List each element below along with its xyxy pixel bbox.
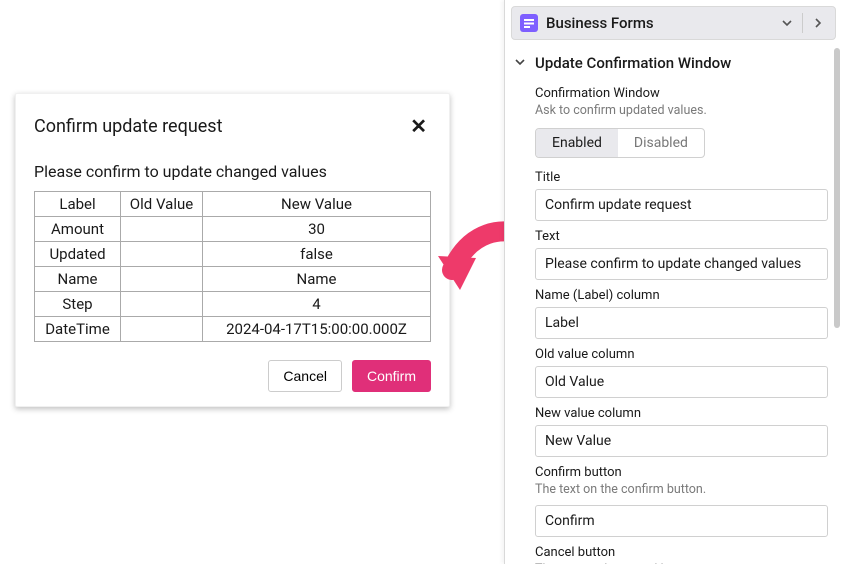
confirm-btn-help: The text on the confirm button. [535,482,828,497]
confirm-btn-input[interactable] [535,505,828,537]
section-toggle[interactable]: Update Confirmation Window [505,46,842,78]
table-row: Amount 30 [35,217,431,242]
old-col-input[interactable] [535,366,828,398]
modal-title: Confirm update request [34,116,222,137]
table-row: Step 4 [35,292,431,317]
forms-plugin-icon [520,14,538,32]
table-row: Name Name [35,267,431,292]
chevron-right-icon[interactable] [809,14,827,32]
modal-header: Confirm update request ✕ [34,114,431,138]
new-col-label: New value column [535,406,828,421]
col-new: New Value [203,192,431,217]
confirm-button[interactable]: Confirm [352,360,431,392]
close-icon[interactable]: ✕ [406,114,431,138]
confirm-btn-label: Confirm button [535,465,828,480]
scrollbar-thumb[interactable] [834,48,840,328]
panel-header-title: Business Forms [546,14,654,32]
confirmation-window-label: Confirmation Window [535,86,828,101]
table-row: Updated false [35,242,431,267]
title-input[interactable] [535,189,828,221]
name-col-label: Name (Label) column [535,288,828,303]
scrollbar[interactable] [834,48,840,560]
col-old: Old Value [121,192,203,217]
section-title: Update Confirmation Window [535,54,731,72]
divider [802,13,803,33]
confirmation-window-help: Ask to confirm updated values. [535,103,828,118]
modal-footer: Cancel Confirm [34,360,431,392]
table-row: DateTime 2024-04-17T15:00:00.000Z [35,317,431,342]
confirm-table: Label Old Value New Value Amount 30 Upda… [34,191,431,342]
confirm-update-modal: Confirm update request ✕ Please confirm … [15,93,450,407]
new-col-input[interactable] [535,425,828,457]
panel-header[interactable]: Business Forms [511,6,836,40]
col-label: Label [35,192,121,217]
name-col-input[interactable] [535,307,828,339]
cancel-btn-label: Cancel button [535,545,828,560]
config-panel: Business Forms Update Confirmation Windo… [504,0,842,564]
chevron-down-icon [515,57,529,70]
modal-text: Please confirm to update changed values [34,162,431,181]
confirmation-window-toggle: Enabled Disabled [535,128,705,158]
text-label: Text [535,229,828,244]
chevron-down-icon[interactable] [778,14,796,32]
cancel-button[interactable]: Cancel [268,360,342,392]
panel-body: Confirmation Window Ask to confirm updat… [505,78,842,564]
old-col-label: Old value column [535,347,828,362]
text-input[interactable] [535,248,828,280]
toggle-enabled[interactable]: Enabled [536,129,618,157]
title-label: Title [535,170,828,185]
table-header-row: Label Old Value New Value [35,192,431,217]
toggle-disabled[interactable]: Disabled [618,129,704,157]
